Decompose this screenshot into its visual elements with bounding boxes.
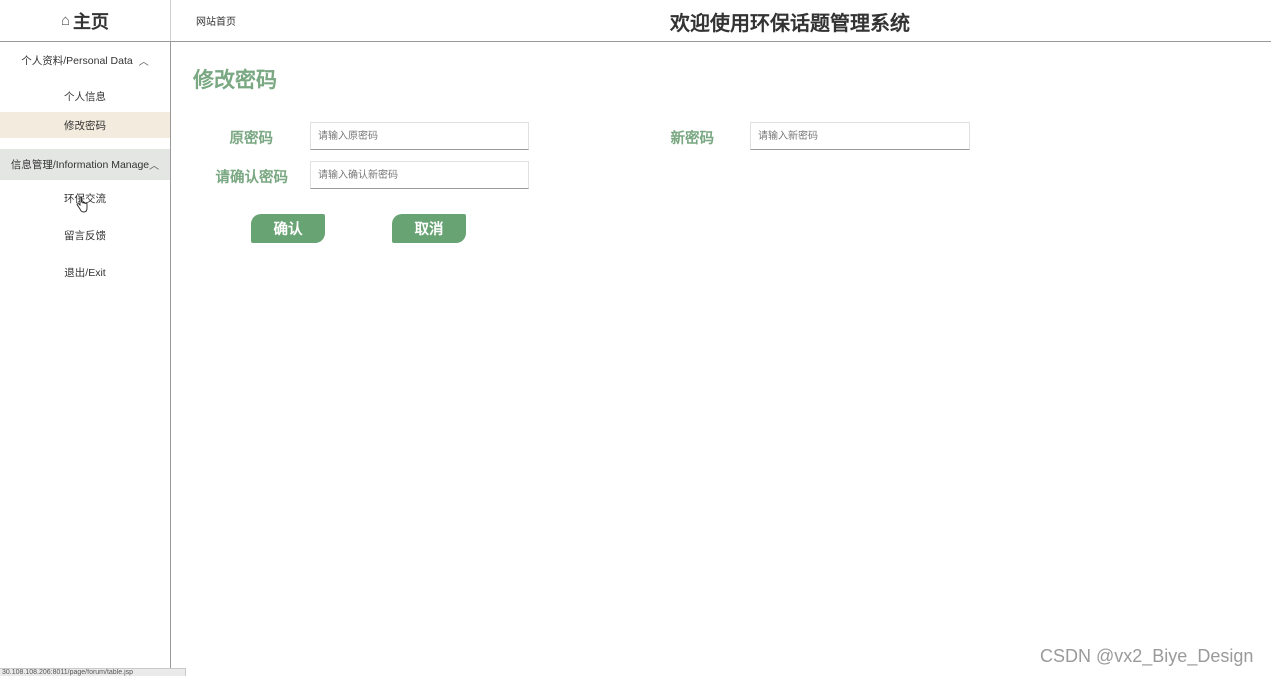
old-password-input[interactable] bbox=[310, 122, 529, 150]
sidebar-item-profile[interactable]: 个人信息 bbox=[0, 83, 170, 109]
sidebar-item-label: 退出/Exit bbox=[64, 266, 106, 279]
status-bar-url: 30.108.108.206:8011/page/forum/table.jsp bbox=[0, 668, 186, 676]
sidebar-group-information-manage[interactable]: 信息管理/Information Manage ︿ bbox=[0, 149, 170, 180]
old-password-label: 原密码 bbox=[229, 131, 274, 147]
chevron-up-icon: ︿ bbox=[149, 161, 160, 172]
sidebar-item-label: 个人信息 bbox=[64, 90, 106, 103]
sidebar-item-label: 修改密码 bbox=[64, 119, 106, 132]
home-icon: ⌂ bbox=[60, 12, 71, 29]
sidebar-item-exit[interactable]: 退出/Exit bbox=[0, 259, 170, 285]
sidebar-group-personal-data[interactable]: 个人资料/Personal Data ︿ bbox=[0, 50, 170, 70]
sidebar-group-label: 信息管理/Information Manage bbox=[10, 159, 150, 171]
home-link[interactable]: ⌂ 主页 bbox=[0, 0, 171, 41]
confirm-password-input[interactable] bbox=[310, 161, 529, 189]
sidebar-item-label: 留言反馈 bbox=[64, 229, 106, 242]
sidebar: 个人资料/Personal Data ︿ 个人信息 修改密码 信息管理/Info… bbox=[0, 42, 171, 676]
sidebar-item-change-password[interactable]: 修改密码 bbox=[0, 112, 170, 138]
sidebar-item-eco-forum[interactable]: 环保交流 bbox=[0, 185, 170, 211]
page-title: 修改密码 bbox=[193, 69, 277, 92]
sidebar-group-label: 个人资料/Personal Data bbox=[21, 54, 133, 67]
sidebar-item-label: 环保交流 bbox=[64, 192, 106, 205]
site-title: 欢迎使用环保话题管理系统 bbox=[670, 13, 910, 35]
top-bar: ⌂ 主页 网站首页 欢迎使用环保话题管理系统 bbox=[0, 0, 1271, 42]
confirm-password-label: 请确认密码 bbox=[215, 170, 289, 186]
watermark: CSDN @vx2_Biye_Design bbox=[1040, 646, 1254, 666]
cancel-button[interactable]: 取消 bbox=[392, 214, 466, 243]
home-label: 主页 bbox=[73, 11, 110, 32]
sidebar-item-feedback[interactable]: 留言反馈 bbox=[0, 222, 170, 248]
chevron-up-icon: ︿ bbox=[138, 56, 149, 68]
new-password-input[interactable] bbox=[750, 122, 970, 150]
new-password-label: 新密码 bbox=[670, 131, 715, 147]
site-home-link[interactable]: 网站首页 bbox=[196, 13, 236, 28]
confirm-button[interactable]: 确认 bbox=[251, 214, 325, 243]
